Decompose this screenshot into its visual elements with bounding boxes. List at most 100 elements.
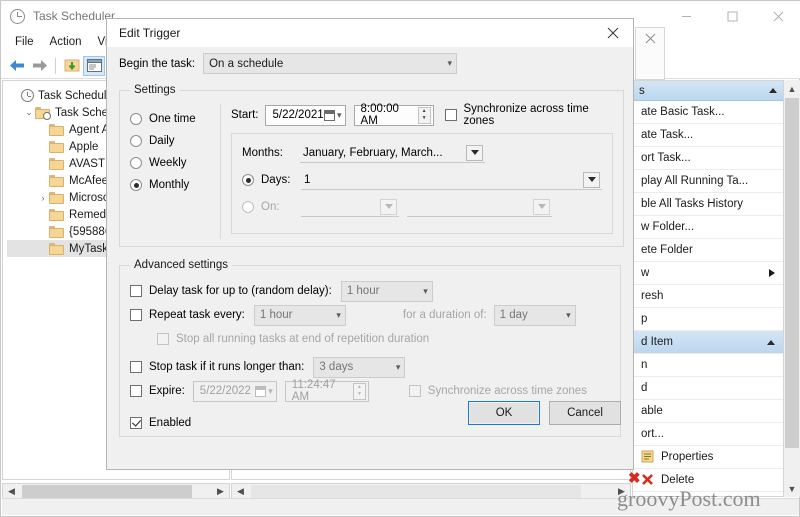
- radio-indicator[interactable]: [130, 135, 142, 147]
- stop-task-longer-row: Stop task if it runs longer than: 3 days…: [130, 355, 610, 379]
- duration-select[interactable]: 1 day ▾: [493, 304, 576, 326]
- start-time-input[interactable]: 8:00:00 AM ▲ ▼: [353, 103, 434, 127]
- action-item-d[interactable]: d: [633, 377, 783, 400]
- display-all-running-icon[interactable]: [83, 55, 105, 76]
- tree-hscroll-track[interactable]: [20, 484, 212, 499]
- expire-calendar-icon[interactable]: [255, 385, 267, 397]
- collapse-caret-icon[interactable]: [769, 88, 777, 93]
- repeat-task-select[interactable]: 1 hour ▾: [253, 304, 346, 326]
- clock-icon: [21, 89, 34, 102]
- maximize-button[interactable]: [709, 1, 755, 31]
- back-arrow-icon[interactable]: [6, 56, 28, 76]
- expire-date-input[interactable]: 5/22/2022 ▾: [192, 380, 277, 402]
- import-task-icon[interactable]: [61, 56, 83, 76]
- list-hscroll-thumb[interactable]: [251, 485, 581, 498]
- action-item-ort-task[interactable]: ort Task...: [633, 147, 783, 170]
- ok-button[interactable]: OK: [468, 401, 540, 425]
- collapse-caret-icon[interactable]: [767, 339, 775, 345]
- delay-task-select[interactable]: 1 hour ▾: [340, 280, 433, 302]
- expire-checkbox[interactable]: [130, 385, 142, 397]
- schedule-radio-one-time[interactable]: One time: [130, 108, 218, 130]
- enabled-checkbox[interactable]: [130, 417, 142, 429]
- action-item-properties[interactable]: Properties: [633, 446, 783, 469]
- stop-task-longer-select[interactable]: 3 days ▾: [313, 356, 406, 378]
- action-item-ort[interactable]: ort...: [633, 423, 783, 446]
- action-item-w-folder[interactable]: w Folder...: [633, 216, 783, 239]
- days-dropdown-button[interactable]: [583, 171, 600, 188]
- list-scroll-left-icon[interactable]: ◀: [232, 484, 249, 499]
- action-item-ete-folder[interactable]: ete Folder: [633, 239, 783, 262]
- sync-time-zones-checkbox[interactable]: [444, 109, 457, 121]
- folder-icon: [49, 191, 64, 204]
- tree-item-label: Apple: [69, 140, 99, 153]
- calendar-icon[interactable]: [324, 109, 335, 121]
- action-item-d-item[interactable]: d Item: [633, 331, 783, 354]
- on-week-select[interactable]: [301, 197, 399, 217]
- action-item-w[interactable]: w: [633, 262, 783, 285]
- on-radio[interactable]: [242, 201, 254, 213]
- radio-indicator[interactable]: [130, 157, 142, 169]
- scroll-down-icon[interactable]: ▼: [784, 480, 800, 497]
- days-select[interactable]: 1: [301, 170, 602, 190]
- list-hscroll-track[interactable]: [249, 484, 613, 499]
- delay-task-label: Delay task for up to (random delay):: [149, 285, 332, 297]
- schedule-radio-label: Weekly: [149, 157, 187, 169]
- actions-vertical-scrollbar[interactable]: ▲ ▼: [783, 80, 800, 497]
- days-radio[interactable]: [242, 174, 254, 186]
- scroll-right-icon[interactable]: ▶: [212, 484, 229, 499]
- months-dropdown-button[interactable]: [466, 144, 483, 161]
- action-item-left: d: [641, 382, 647, 394]
- action-item-label: ate Basic Task...: [641, 106, 725, 118]
- on-day-select[interactable]: [407, 197, 552, 217]
- schedule-radio-weekly[interactable]: Weekly: [130, 152, 218, 174]
- begin-task-select[interactable]: On a schedule ▾: [203, 53, 458, 74]
- close-button[interactable]: [755, 1, 800, 31]
- actions-vscroll-thumb[interactable]: [785, 98, 799, 448]
- expire-date-dropdown-icon[interactable]: ▾: [268, 386, 273, 396]
- schedule-radio-daily[interactable]: Daily: [130, 130, 218, 152]
- on-week-dropdown-button[interactable]: [380, 198, 397, 215]
- scroll-up-icon[interactable]: ▲: [784, 80, 800, 97]
- stop-task-longer-checkbox[interactable]: [130, 361, 142, 373]
- secondary-close-button[interactable]: [635, 27, 665, 80]
- tree-hscroll-thumb[interactable]: [22, 485, 192, 498]
- sync-time-zones-row[interactable]: Synchronize across time zones: [444, 103, 613, 127]
- expand-arrow-icon[interactable]: ›: [37, 193, 49, 203]
- expand-arrow-icon[interactable]: ⌄: [23, 107, 35, 118]
- action-item-left: ble All Tasks History: [641, 198, 743, 210]
- time-spinner[interactable]: ▲ ▼: [417, 106, 431, 124]
- delay-task-checkbox[interactable]: [130, 285, 142, 297]
- start-date-input[interactable]: 5/22/2021 ▾: [265, 104, 346, 126]
- forward-arrow-icon[interactable]: [28, 56, 50, 76]
- action-item-ate-task[interactable]: ate Task...: [633, 124, 783, 147]
- radio-indicator[interactable]: [130, 179, 142, 191]
- radio-indicator[interactable]: [130, 113, 142, 125]
- expire-time-input[interactable]: 11:24:47 AM ▲ ▼: [284, 379, 369, 403]
- expire-sync-checkbox[interactable]: [408, 385, 421, 397]
- on-label: On:: [261, 201, 280, 213]
- expire-time-spinner[interactable]: ▲ ▼: [353, 382, 366, 400]
- stop-all-running-checkbox[interactable]: [157, 333, 169, 345]
- enabled-label: Enabled: [149, 417, 192, 429]
- menu-action[interactable]: Action: [42, 34, 90, 50]
- date-dropdown-icon[interactable]: ▾: [337, 110, 342, 120]
- days-row: Days: 1: [242, 170, 602, 190]
- action-item-able[interactable]: able: [633, 400, 783, 423]
- scroll-left-icon[interactable]: ◀: [3, 484, 20, 499]
- action-item-ate-basic-task[interactable]: ate Basic Task...: [633, 101, 783, 124]
- action-item-play-all-running-ta[interactable]: play All Running Ta...: [633, 170, 783, 193]
- action-item-ble-all-tasks-history[interactable]: ble All Tasks History: [633, 193, 783, 216]
- action-item-p[interactable]: p: [633, 308, 783, 331]
- start-row: Start: 5/22/2021 ▾ 8:00:00 AM ▲ ▼ Synchr…: [231, 103, 613, 127]
- repeat-task-checkbox[interactable]: [130, 309, 142, 321]
- minimize-button[interactable]: [663, 1, 709, 31]
- on-day-dropdown-button[interactable]: [533, 198, 550, 215]
- start-label: Start:: [231, 109, 259, 121]
- action-item-resh[interactable]: resh: [633, 285, 783, 308]
- menu-file[interactable]: File: [7, 34, 42, 50]
- schedule-radio-monthly[interactable]: Monthly: [130, 174, 218, 196]
- months-select[interactable]: January, February, March...: [300, 143, 485, 163]
- action-item-n[interactable]: n: [633, 354, 783, 377]
- cancel-button[interactable]: Cancel: [549, 401, 621, 425]
- dialog-close-button[interactable]: [593, 19, 633, 47]
